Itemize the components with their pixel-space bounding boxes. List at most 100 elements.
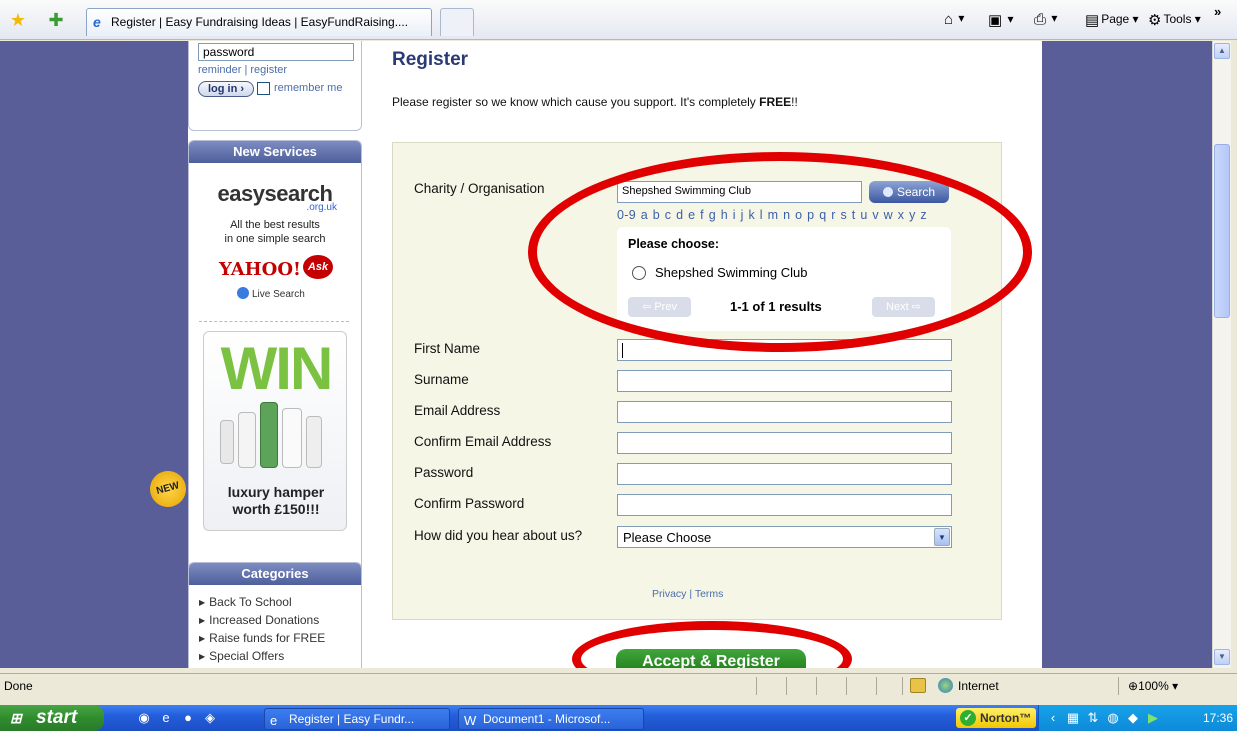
hamper-line1: luxury hamper — [227, 484, 325, 500]
tray-network-icon[interactable]: ⇅ — [1085, 710, 1101, 726]
email-field[interactable] — [617, 401, 952, 423]
categories-heading: Categories — [189, 563, 361, 585]
task-word-document[interactable]: W Document1 - Microsof... — [458, 708, 644, 730]
scrollbar-thumb[interactable] — [1214, 144, 1230, 318]
divider — [816, 677, 817, 695]
login-links[interactable]: reminder | register — [198, 64, 287, 76]
feeds-button[interactable]: ▣ ▾ — [988, 11, 1014, 29]
category-link[interactable]: Raise funds for FREE — [199, 631, 325, 645]
new-badge: NEW — [145, 466, 191, 512]
tray-shield-icon[interactable]: ◍ — [1105, 710, 1121, 726]
product-bottle-icon — [220, 420, 234, 464]
category-link[interactable]: Increased Donations — [199, 613, 319, 627]
tray-play-icon[interactable]: ▶ — [1145, 710, 1161, 726]
vertical-scrollbar[interactable]: ▲ ▼ — [1212, 41, 1231, 668]
next-button[interactable]: Next ⇨ — [872, 297, 935, 317]
charity-search-input[interactable]: Shepshed Swimming Club — [617, 181, 862, 203]
login-box: password reminder | register log in › re… — [188, 41, 362, 131]
security-zone[interactable]: Internet — [958, 679, 999, 693]
page-menu[interactable]: ▤ Page ▾ — [1085, 11, 1139, 29]
footer-links: Privacy | Terms — [652, 588, 724, 600]
clock: 17:36 — [1203, 711, 1234, 725]
search-results-panel: Please choose: Shepshed Swimming Club ⇦ … — [617, 227, 951, 331]
divider — [756, 677, 757, 695]
search-button[interactable]: Search — [869, 181, 949, 203]
new-services-box: New Services easysearch .org.uk All the … — [188, 140, 362, 590]
home-button[interactable]: ⌂ ▾ — [944, 11, 964, 28]
zoom-level[interactable]: ⊕100% ▾ — [1128, 679, 1178, 693]
intro-text: Please register so we know which cause y… — [392, 95, 798, 109]
results-count: 1-1 of 1 results — [730, 299, 822, 314]
confirm-password-field[interactable] — [617, 494, 952, 516]
first-name-field[interactable] — [617, 339, 952, 361]
status-text: Done — [4, 679, 33, 693]
quicklaunch-media-icon[interactable]: ● — [180, 710, 196, 726]
scroll-up-icon[interactable]: ▲ — [1214, 43, 1230, 59]
quicklaunch-desktop-icon[interactable]: ◉ — [136, 710, 152, 726]
category-link[interactable]: Back To School — [199, 595, 292, 609]
browser-tab-active[interactable]: e Register | Easy Fundraising Ideas | Ea… — [86, 8, 432, 36]
divider — [786, 677, 787, 695]
password-field[interactable] — [617, 463, 952, 485]
toolbar-overflow-icon[interactable]: » — [1214, 4, 1221, 19]
print-button[interactable]: ⎙ ▾ — [1034, 11, 1057, 28]
terms-link[interactable]: Terms — [695, 588, 724, 600]
task-ie-register[interactable]: e Register | Easy Fundr... — [264, 708, 450, 730]
win-hamper-promo[interactable]: WIN luxury hamper worth £150!!! — [203, 331, 347, 531]
category-link[interactable]: Special Offers — [199, 649, 284, 663]
quicklaunch-app-icon[interactable]: ◈ — [202, 710, 218, 726]
remember-me-checkbox[interactable] — [257, 82, 270, 95]
divider — [1118, 677, 1119, 695]
ask-logo: Ask — [303, 255, 333, 279]
scroll-down-icon[interactable]: ▼ — [1214, 649, 1230, 665]
tray-app-icon[interactable]: ▦ — [1065, 710, 1081, 726]
norton-tray[interactable]: ✓ Norton™ — [956, 708, 1036, 728]
add-favorite-icon[interactable]: ✚ — [46, 10, 66, 30]
password-label: Password — [414, 465, 474, 480]
globe-icon — [938, 678, 953, 693]
result-radio[interactable] — [632, 266, 646, 280]
tools-menu[interactable]: ⚙ Tools ▾ — [1148, 11, 1201, 29]
product-bottle-icon — [282, 408, 302, 468]
hear-about-label: How did you hear about us? — [414, 528, 583, 543]
login-button[interactable]: log in › — [198, 81, 254, 97]
accept-register-button[interactable]: Accept & Register — [616, 649, 806, 668]
product-bottle-icon — [238, 412, 256, 468]
easysearch-description: All the best results in one simple searc… — [189, 218, 361, 246]
chevron-down-icon[interactable]: ▼ — [934, 528, 950, 546]
tray-app-icon[interactable]: ◆ — [1125, 710, 1141, 726]
product-bottle-icon — [260, 402, 278, 468]
favorites-star-icon[interactable]: ★ — [8, 10, 28, 30]
live-search-icon — [237, 287, 249, 299]
new-services-heading: New Services — [189, 141, 361, 163]
status-bar: Done Internet ⊕100% ▾ — [0, 673, 1237, 697]
checkmark-icon: ✓ — [960, 710, 976, 726]
result-option-label[interactable]: Shepshed Swimming Club — [655, 265, 807, 280]
product-bottle-icon — [306, 416, 322, 468]
quicklaunch-ie-icon[interactable]: e — [158, 710, 174, 726]
password-input[interactable]: password — [198, 43, 354, 61]
categories-box: Categories Back To School Increased Dona… — [188, 562, 362, 668]
browser-toolbar: ★ ✚ e Register | Easy Fundraising Ideas … — [0, 0, 1237, 40]
start-button[interactable]: ⊞ start — [0, 705, 104, 731]
live-search-logo: Live Search — [237, 287, 305, 300]
surname-field[interactable] — [617, 370, 952, 392]
printer-icon: ⎙ — [1034, 11, 1047, 28]
ie-logo-icon: e — [270, 713, 278, 728]
windows-taskbar: ⊞ start ◉ e ● ◈ e Register | Easy Fundr..… — [0, 705, 1237, 731]
charity-label: Charity / Organisation — [414, 181, 545, 196]
confirm-email-field[interactable] — [617, 432, 952, 454]
alphabet-filter[interactable]: 0-9 a b c d e f g h i j k l m n o p q r … — [617, 208, 927, 222]
new-tab-button[interactable] — [440, 8, 474, 36]
yahoo-logo: YAHOO! — [219, 259, 301, 280]
divider — [199, 321, 349, 322]
surname-label: Surname — [414, 372, 469, 387]
tray-expand-icon[interactable]: ‹ — [1045, 710, 1061, 726]
hear-about-select[interactable]: Please Choose ▼ — [617, 526, 952, 548]
home-icon: ⌂ — [944, 11, 954, 28]
easysearch-line2: in one simple search — [224, 233, 326, 245]
privacy-link[interactable]: Privacy — [652, 588, 686, 600]
prev-button[interactable]: ⇦ Prev — [628, 297, 691, 317]
security-icon[interactable] — [910, 678, 926, 693]
tab-title: Register | Easy Fundraising Ideas | Easy… — [111, 15, 409, 29]
